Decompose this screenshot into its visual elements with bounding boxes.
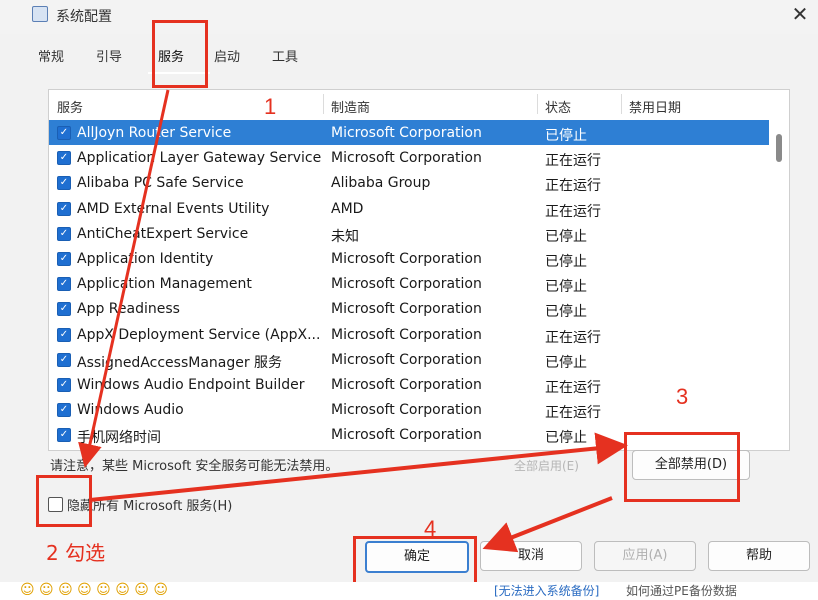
service-name: Windows Audio Endpoint Builder [77,376,305,393]
column-divider [323,94,324,114]
service-status: 正在运行 [545,329,601,346]
service-status: 已停止 [545,228,587,245]
tab-startup[interactable]: 启动 [214,46,240,65]
service-status: 正在运行 [545,405,601,422]
table-row[interactable]: ✓ Application Management Microsoft Corpora… [49,271,769,296]
emoji-decoration: ☺ ☺ ☺ ☺ ☺ ☺ ☺ ☺ [20,582,168,598]
service-name: Application Management [77,276,252,293]
highlight-hide-ms-checkbox [36,475,92,527]
app-icon [32,6,48,22]
service-manufacturer: Alibaba Group [331,175,431,192]
service-manufacturer: Microsoft Corporation [331,402,482,419]
service-status: 正在运行 [545,153,601,170]
column-header-status[interactable]: 状态 [545,97,571,116]
service-checkbox[interactable]: ✓ [57,176,71,191]
enable-all-button[interactable]: 全部启用(E) [514,457,579,474]
service-checkbox[interactable]: ✓ [57,403,71,418]
help-button[interactable]: 帮助 [708,541,810,571]
column-divider [537,94,538,114]
tab-boot[interactable]: 引导 [96,46,122,65]
highlight-services-tab [152,20,208,88]
window-title: 系统配置 [56,9,112,25]
column-header-service[interactable]: 服务 [57,97,83,116]
service-checkbox[interactable]: ✓ [57,327,71,342]
step-2-label: 2 勾选 [46,541,106,565]
apply-button[interactable]: 应用(A) [594,541,696,571]
service-status: 已停止 [545,253,587,270]
service-manufacturer: Microsoft Corporation [331,276,482,293]
service-checkbox[interactable]: ✓ [57,126,71,140]
table-row[interactable]: ✓ Alibaba PC Safe Service Alibaba Group 正在运… [49,170,769,195]
service-manufacturer: AMD [331,200,364,217]
service-name: Application Identity [77,250,214,267]
service-checkbox[interactable]: ✓ [57,151,71,166]
table-row[interactable]: ✓ AMD External Events Utility AMD 正在运行 [49,196,769,221]
service-name: Application Layer Gateway Service [77,150,322,167]
service-name: AllJoyn Router Service [77,125,232,141]
tab-tools[interactable]: 工具 [272,46,298,65]
services-rows: ✓ AllJoyn Router Service Microsoft Corpora… [49,120,769,447]
service-status: 正在运行 [545,203,601,220]
service-checkbox[interactable]: ✓ [57,226,71,241]
step-1-number: 1 [264,94,277,119]
security-note: 请注意，某些 Microsoft 安全服务可能无法禁用。 [50,459,339,474]
footer-text: 如何通过PE备份数据 [626,584,737,598]
column-header-manufacturer[interactable]: 制造商 [331,97,370,116]
tab-general[interactable]: 常规 [38,46,64,65]
title-bar: 系统配置 ✕ [0,0,818,34]
table-row[interactable]: ✓ App Readiness Microsoft Corporation 已停止 [49,296,769,321]
table-row[interactable]: ✓ AllJoyn Router Service Microsoft Corpora… [49,120,769,146]
cancel-button[interactable]: 取消 [480,541,582,571]
service-manufacturer: Microsoft Corporation [331,427,482,444]
service-checkbox[interactable]: ✓ [57,302,71,317]
service-manufacturer: Microsoft Corporation [331,150,482,167]
service-checkbox[interactable]: ✓ [57,352,71,367]
service-checkbox[interactable]: ✓ [57,377,71,392]
table-row[interactable]: ✓ AntiCheatExpert Service 未知 已停止 [49,221,769,246]
service-manufacturer: Microsoft Corporation [331,326,482,343]
service-name: AMD External Events Utility [77,200,270,217]
scroll-thumb[interactable] [776,134,782,162]
service-manufacturer: Microsoft Corporation [331,125,482,141]
service-status: 正在运行 [545,379,601,396]
table-row[interactable]: ✓ Application Identity Microsoft Corporati… [49,246,769,271]
service-manufacturer: Microsoft Corporation [331,301,482,318]
table-row[interactable]: ✓ AppX Deployment Service (AppX... Microso… [49,322,769,347]
service-status: 已停止 [545,354,587,371]
service-status: 已停止 [545,304,587,321]
service-name: 手机网络时间 [77,430,161,447]
table-row[interactable]: ✓ Windows Audio Endpoint Builder Microsoft… [49,372,769,397]
service-name: AssignedAccessManager 服务 [77,354,283,371]
table-row[interactable]: ✓ AssignedAccessManager 服务 Microsoft Corpo… [49,347,769,372]
service-manufacturer: Microsoft Corporation [331,376,482,393]
table-row[interactable]: ✓ Windows Audio Microsoft Corporation 正在运行 [49,397,769,422]
close-icon[interactable]: ✕ [788,2,812,26]
service-checkbox[interactable]: ✓ [57,277,71,292]
service-manufacturer: 未知 [331,228,359,245]
footer-link[interactable]: [无法进入系统备份] [494,582,599,599]
service-status: 正在运行 [545,178,601,195]
service-checkbox[interactable]: ✓ [57,251,71,266]
service-name: App Readiness [77,301,180,318]
service-checkbox[interactable]: ✓ [57,201,71,216]
service-manufacturer: Microsoft Corporation [331,250,482,267]
service-checkbox[interactable]: ✓ [57,428,71,443]
step-3-number: 3 [676,384,689,409]
service-status: 已停止 [545,279,587,296]
column-header-disabled-date[interactable]: 禁用日期 [629,97,681,116]
table-row[interactable]: ✓ Application Layer Gateway Service Micros… [49,145,769,170]
step-4-number: 4 [424,516,437,541]
service-manufacturer: Microsoft Corporation [331,351,482,368]
scrollbar[interactable] [773,118,787,448]
column-divider [621,94,622,114]
service-name: Alibaba PC Safe Service [77,175,244,192]
service-name: Windows Audio [77,402,184,419]
highlight-disable-all [624,432,740,502]
service-status: 已停止 [545,128,587,144]
system-config-window: 系统配置 ✕ 常规 引导 服务 启动 工具 服务 制造商 状态 禁用日期 ✓ Al… [0,0,818,600]
service-name: AppX Deployment Service (AppX... [77,326,321,343]
highlight-ok-button [353,536,477,588]
service-name: AntiCheatExpert Service [77,225,249,242]
service-status: 已停止 [545,430,587,447]
